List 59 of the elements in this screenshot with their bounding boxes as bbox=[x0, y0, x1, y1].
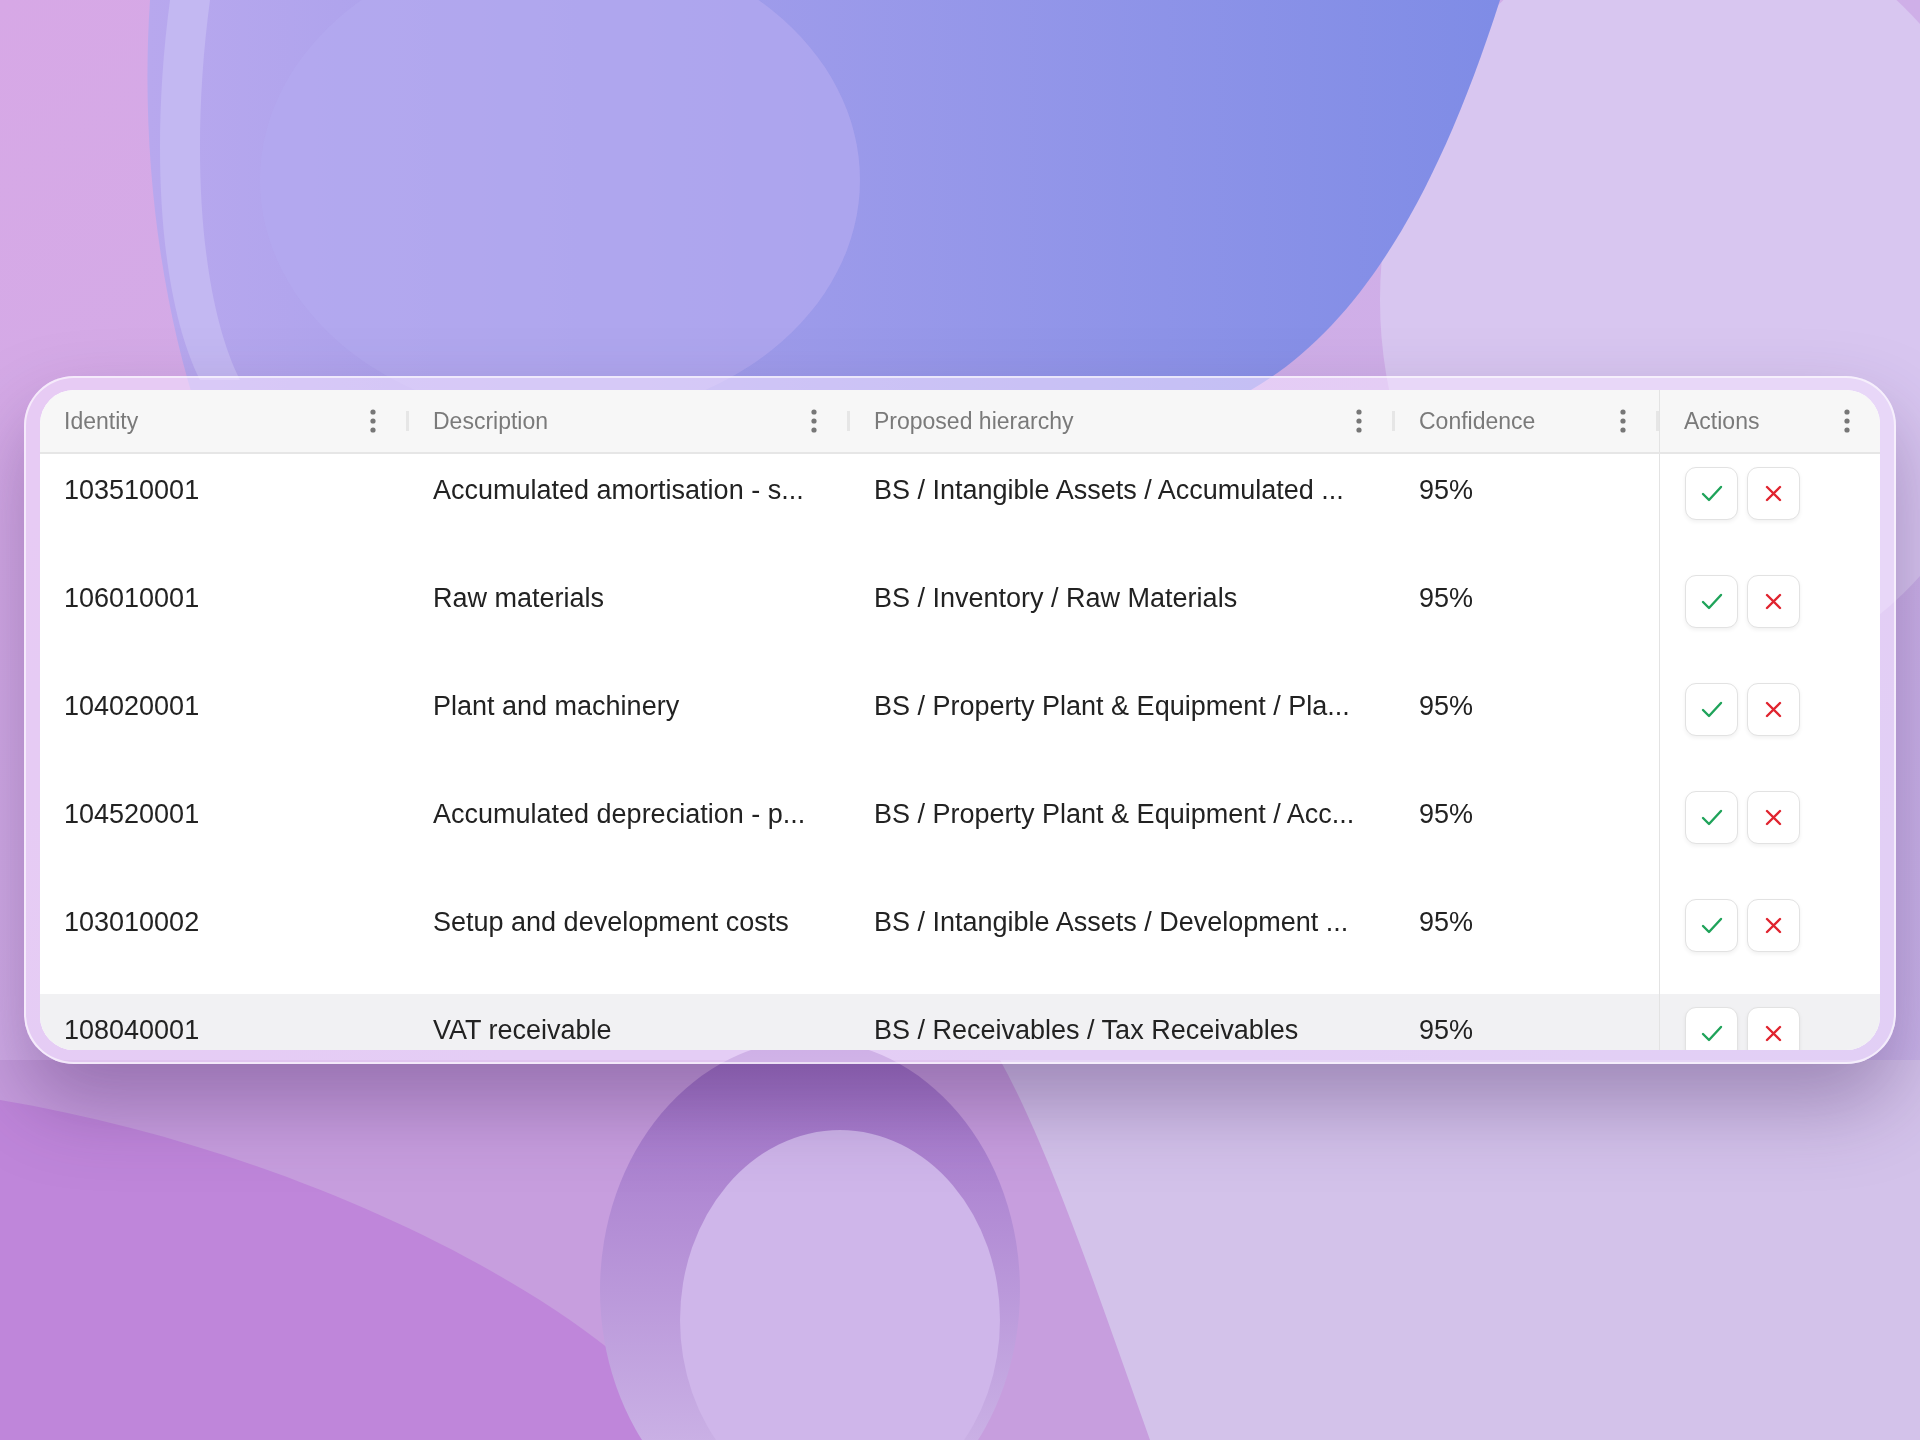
close-icon bbox=[1765, 485, 1782, 502]
close-icon bbox=[1765, 701, 1782, 718]
table-cell-text: 106010001 bbox=[63, 582, 201, 615]
table-cell-text: 95% bbox=[1418, 474, 1475, 507]
table-cell-text: 103510001 bbox=[63, 474, 201, 507]
table-cell-text: VAT receivable bbox=[432, 1014, 613, 1047]
check-icon bbox=[1700, 593, 1723, 610]
accept-button[interactable] bbox=[1685, 1007, 1738, 1050]
accept-button[interactable] bbox=[1685, 683, 1738, 736]
table-cell-text: BS / Intangible Assets / Accumulated ... bbox=[873, 474, 1345, 507]
reject-button[interactable] bbox=[1747, 683, 1800, 736]
column-header: Actions bbox=[1684, 407, 1761, 435]
more-options-icon[interactable] bbox=[1620, 409, 1626, 433]
table-cell-text: Raw materials bbox=[432, 582, 606, 615]
table-cell-text: 95% bbox=[1418, 690, 1475, 723]
table-cell-text: Plant and machinery bbox=[432, 690, 681, 723]
table-cell-text: BS / Intangible Assets / Development ... bbox=[873, 906, 1350, 939]
check-icon bbox=[1700, 485, 1723, 502]
close-icon bbox=[1765, 917, 1782, 934]
column-header: Description bbox=[433, 407, 550, 435]
table-cell-text: BS / Property Plant & Equipment / Acc... bbox=[873, 798, 1356, 831]
accept-button[interactable] bbox=[1685, 575, 1738, 628]
table-cell-text: 103010002 bbox=[63, 906, 201, 939]
check-icon bbox=[1700, 917, 1723, 934]
more-options-icon[interactable] bbox=[1844, 409, 1850, 433]
table-cell-text: 95% bbox=[1418, 906, 1475, 939]
table-cell-text: Accumulated depreciation - p... bbox=[432, 798, 807, 831]
accept-button[interactable] bbox=[1685, 467, 1738, 520]
reject-button[interactable] bbox=[1747, 467, 1800, 520]
table-cell-text: 95% bbox=[1418, 798, 1475, 831]
accept-button[interactable] bbox=[1685, 791, 1738, 844]
reject-button[interactable] bbox=[1747, 899, 1800, 952]
table-cell-text: BS / Receivables / Tax Receivables bbox=[873, 1014, 1300, 1047]
table-cell-text: Accumulated amortisation - s... bbox=[432, 474, 805, 507]
table-cell-text: 104020001 bbox=[63, 690, 201, 723]
column-header: Identity bbox=[64, 407, 140, 435]
table-cell-text: 104520001 bbox=[63, 798, 201, 831]
check-icon bbox=[1700, 701, 1723, 718]
reject-button[interactable] bbox=[1747, 1007, 1800, 1050]
table-cell-text: BS / Inventory / Raw Materials bbox=[873, 582, 1239, 615]
check-icon bbox=[1700, 809, 1723, 826]
accept-button[interactable] bbox=[1685, 899, 1738, 952]
more-options-icon[interactable] bbox=[811, 409, 817, 433]
check-icon bbox=[1700, 1025, 1723, 1042]
table-cell-text: 95% bbox=[1418, 1014, 1475, 1047]
more-options-icon[interactable] bbox=[370, 409, 376, 433]
reject-button[interactable] bbox=[1747, 791, 1800, 844]
column-header: Proposed hierarchy bbox=[874, 407, 1075, 435]
close-icon bbox=[1765, 1025, 1782, 1042]
table-cell-text: 108040001 bbox=[63, 1014, 201, 1047]
more-options-icon[interactable] bbox=[1356, 409, 1362, 433]
table-row[interactable]: 108040001 VAT receivable BS / Receivables / Tax Receivables 95% bbox=[40, 994, 1880, 1050]
table-cell-text: 95% bbox=[1418, 582, 1475, 615]
table-cell-text: Setup and development costs bbox=[432, 906, 790, 939]
close-icon bbox=[1765, 809, 1782, 826]
table-cell-text: BS / Property Plant & Equipment / Pla... bbox=[873, 690, 1351, 723]
column-header: Confidence bbox=[1419, 407, 1537, 435]
close-icon bbox=[1765, 593, 1782, 610]
reject-button[interactable] bbox=[1747, 575, 1800, 628]
